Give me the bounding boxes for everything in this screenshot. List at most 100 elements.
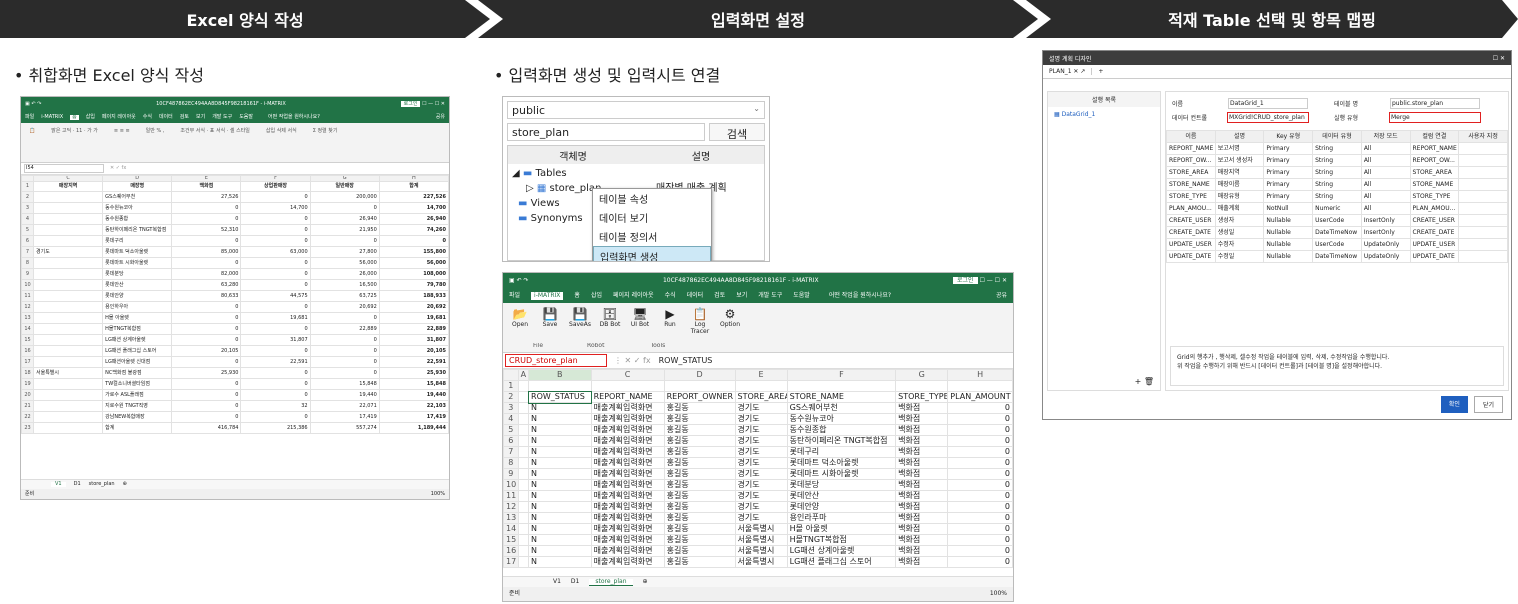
grid-cell[interactable]: REPORT_OW... [1409,154,1460,167]
cell[interactable]: 52,310 [171,224,242,236]
grid-cell[interactable]: All [1360,154,1411,167]
grid-cell[interactable]: REPORT_OW... [1166,154,1216,167]
ribbon-tab-4[interactable]: 페이지 레이아웃 [102,114,136,120]
add-icon[interactable]: + [1135,377,1142,386]
cell[interactable] [517,545,530,557]
grid-cell[interactable]: Nullable [1263,214,1314,227]
cell[interactable]: 매출계획입력화면 [590,446,665,458]
cell[interactable]: 용인하우아 [102,301,173,313]
cell[interactable]: 0 [240,213,311,225]
ribbon-tab-6[interactable]: 데이터 [687,293,704,299]
cell[interactable]: LG패션 상계아울렛 [102,334,173,346]
grid-cell[interactable]: UpdateOnly [1360,250,1411,263]
grid-cell[interactable] [1458,238,1508,251]
cell[interactable]: 롯데안산 [786,490,897,502]
cell[interactable]: 32 [240,400,311,412]
cell[interactable]: 0 [240,378,311,390]
cell[interactable]: 백화점 [895,413,949,425]
cell[interactable]: TW컬소니버셜타임점 [102,378,173,390]
cell[interactable]: 합계 [102,422,173,434]
cell[interactable]: 0 [947,446,1013,458]
sheet-tab[interactable]: V1 [553,579,561,585]
grid-header[interactable]: 컬럼 연결 [1409,130,1460,143]
ribbon-button-3[interactable]: 🗄 DB Bot [599,307,621,335]
ribbon-tab-0[interactable]: 파일 [25,114,34,120]
cell[interactable]: 0 [240,301,311,313]
ribbon-tab-8[interactable]: 보기 [736,293,747,299]
cell[interactable]: 19,681 [240,312,311,324]
cell[interactable] [734,380,788,392]
cell[interactable] [590,380,665,392]
grid-cell[interactable] [1458,226,1508,239]
cell[interactable]: 22,071 [309,400,380,412]
grid-cell[interactable]: Numeric [1312,202,1362,215]
cell[interactable]: 동수원뉴코아 [102,202,173,214]
grid-cell[interactable]: PLAN_AMOU... [1166,202,1216,215]
cell[interactable]: 매출계획입력화면 [590,402,665,414]
grid-cell[interactable]: CREATE_USER [1409,214,1460,227]
ribbon-button-1[interactable]: 💾 Save [539,307,561,335]
header-cell[interactable]: 상업판매장 [240,181,311,192]
cell[interactable]: 매출계획입력화면 [590,468,665,480]
cell[interactable]: 27,526 [171,191,242,203]
cell[interactable]: 188,933 [378,290,449,302]
grid-cell[interactable]: Primary [1263,166,1314,179]
cell[interactable]: 25,930 [378,367,449,379]
cell[interactable] [517,435,530,447]
sheet-tab[interactable]: V1 [51,482,66,487]
cell[interactable]: 0 [309,202,380,214]
formula-input[interactable]: ROW_STATUS [659,356,713,365]
cell[interactable]: 0 [378,235,449,247]
grid-cell[interactable] [1458,202,1508,215]
cell[interactable]: 홍길동 [663,523,736,535]
cell[interactable]: 롯데분당 [786,479,897,491]
cell[interactable]: 19,440 [378,389,449,401]
ribbon-button-7[interactable]: ⚙ Option [719,307,741,335]
cell[interactable]: 경기도 [734,424,788,436]
cell[interactable]: 홍길동 [663,435,736,447]
cell[interactable] [32,290,104,302]
cell[interactable] [517,512,530,524]
cell[interactable]: 0 [240,224,311,236]
grid-cell[interactable]: Primary [1263,154,1314,167]
cell[interactable]: 0 [240,345,311,357]
cell[interactable]: 경기도 [734,457,788,469]
cell[interactable]: 홍길동 [663,402,736,414]
cell[interactable]: 동탄하이페리온 TNGT복합점 [102,224,173,236]
cell[interactable]: 0 [240,389,311,401]
cell[interactable]: 0 [947,424,1013,436]
cell[interactable]: 경기도 [734,512,788,524]
header-cell[interactable]: 매장명 [102,181,173,192]
cell[interactable]: 백화점 [895,523,949,535]
grid-cell[interactable]: Nullable [1263,238,1314,251]
cell[interactable]: 경기도 [734,402,788,414]
cell[interactable]: 홍길동 [663,534,736,546]
cell[interactable]: 매출계획입력화면 [590,512,665,524]
cell[interactable] [517,556,530,568]
cell[interactable]: 0 [240,279,311,291]
cell[interactable]: N [528,545,592,557]
grid-header[interactable]: 설명 [1214,130,1265,143]
ribbon-button-0[interactable]: 📂 Open [509,307,531,335]
ribbon-button-4[interactable]: 🖥 UI Bot [629,307,651,335]
grid-cell[interactable]: STORE_NAME [1166,178,1216,191]
sheet-tab[interactable]: D1 [74,482,81,487]
grid-header[interactable]: 저장 모드 [1360,130,1411,143]
cell[interactable]: 0 [309,367,380,379]
grid-cell[interactable]: STORE_NAME [1409,178,1460,191]
cell[interactable]: LG패션 상계아울렛 [786,545,897,557]
cell[interactable]: 31,807 [378,334,449,346]
cell[interactable]: 롯데안산 [102,279,173,291]
grid-cell[interactable]: UPDATE_DATE [1409,250,1460,263]
cell[interactable]: 79,780 [378,279,449,291]
cell[interactable]: 63,725 [309,290,380,302]
cell[interactable]: 0 [240,191,311,203]
header-cell[interactable]: 백화점 [171,181,242,192]
cell[interactable]: 22,103 [378,400,449,412]
cell[interactable] [517,413,530,425]
header-cell[interactable]: ROW_STATUS [527,390,593,404]
header-cell[interactable]: 일반매장 [309,181,380,192]
cell[interactable]: 20,692 [309,301,380,313]
ribbon-button-6[interactable]: 📋 Log Tracer [689,307,711,335]
cell[interactable]: 19,681 [378,312,449,324]
